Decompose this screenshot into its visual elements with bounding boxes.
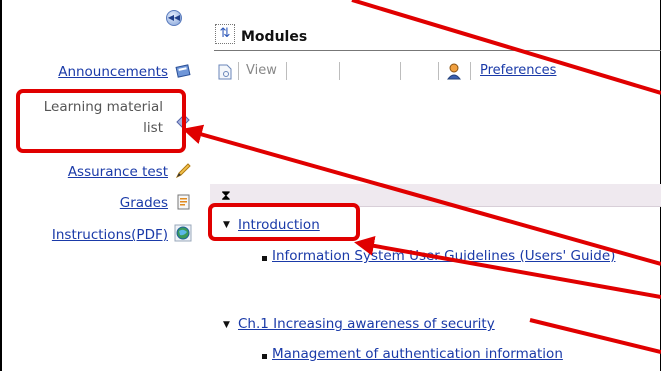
title-divider bbox=[214, 50, 661, 51]
highlight-box-learning-material bbox=[16, 89, 186, 153]
toolbar-separator bbox=[470, 62, 471, 80]
toolbar: View Preferences bbox=[218, 60, 658, 84]
toolbar-separator bbox=[438, 62, 439, 80]
report-icon bbox=[177, 194, 190, 210]
sidebar-item-instructions-pdf[interactable]: Instructions(PDF) bbox=[52, 227, 168, 243]
view-button[interactable]: View bbox=[246, 63, 277, 78]
sidebar-item-announcements[interactable]: Announcements bbox=[58, 64, 168, 80]
toolbar-separator bbox=[339, 62, 340, 80]
management-auth-info-link[interactable]: Management of authentication information bbox=[272, 346, 563, 362]
sidebar-item-assurance-test[interactable]: Assurance test bbox=[68, 164, 168, 180]
sidebar-item-grades[interactable]: Grades bbox=[120, 195, 168, 211]
page-icon[interactable] bbox=[218, 64, 232, 80]
double-chevron-left-icon[interactable]: ◀◀ bbox=[166, 10, 182, 26]
sidebar: ◀◀ Announcements Learning material list … bbox=[2, 0, 194, 371]
pencil-icon bbox=[175, 163, 191, 179]
main-content: ⇅ Modules View Preferences ⧗ ▼ Introduct… bbox=[210, 0, 661, 371]
expand-triangle-icon[interactable]: ▼ bbox=[223, 320, 230, 330]
globe-icon bbox=[174, 224, 192, 242]
swap-arrows-icon[interactable]: ⇅ bbox=[215, 24, 235, 44]
highlight-box-introduction bbox=[208, 203, 360, 241]
hourglass-icon[interactable]: ⧗ bbox=[221, 188, 231, 204]
bullet-icon bbox=[262, 354, 267, 359]
users-guide-link[interactable]: Information System User Guidelines (User… bbox=[272, 248, 615, 264]
pinned-note-icon bbox=[175, 64, 191, 78]
toolbar-separator bbox=[238, 62, 239, 80]
toolbar-separator bbox=[286, 62, 287, 80]
bullet-icon bbox=[262, 256, 267, 261]
preferences-link[interactable]: Preferences bbox=[480, 63, 556, 78]
page-title: Modules bbox=[241, 29, 308, 45]
person-icon[interactable] bbox=[446, 62, 462, 80]
toolbar-separator bbox=[400, 62, 401, 80]
module-ch1-link[interactable]: Ch.1 Increasing awareness of security bbox=[238, 316, 495, 332]
